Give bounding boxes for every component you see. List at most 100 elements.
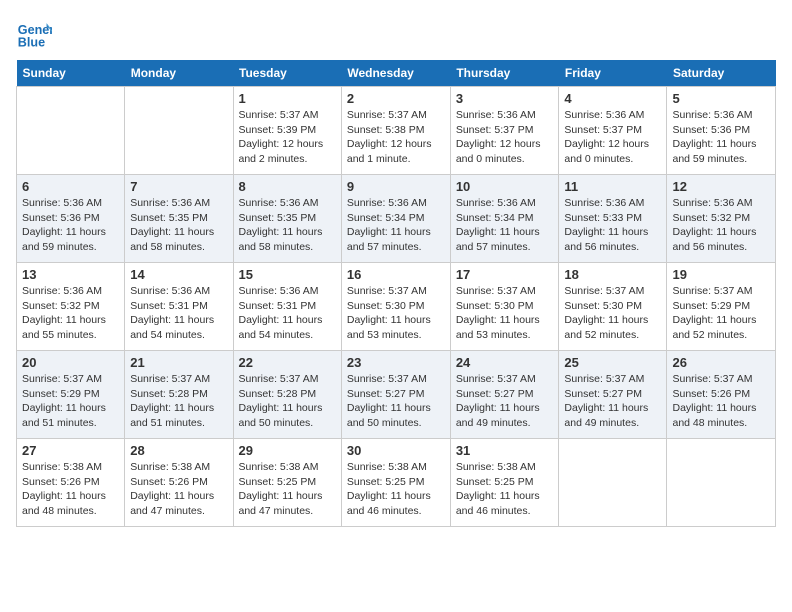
day-info: Sunrise: 5:38 AMSunset: 5:25 PMDaylight:…: [456, 460, 554, 519]
day-info: Sunrise: 5:36 AMSunset: 5:32 PMDaylight:…: [22, 284, 119, 343]
day-number: 22: [239, 355, 336, 370]
day-number: 31: [456, 443, 554, 458]
day-info: Sunrise: 5:36 AMSunset: 5:37 PMDaylight:…: [564, 108, 661, 167]
logo-icon: General Blue: [16, 16, 52, 52]
day-info: Sunrise: 5:36 AMSunset: 5:37 PMDaylight:…: [456, 108, 554, 167]
calendar-cell: 11 Sunrise: 5:36 AMSunset: 5:33 PMDayligh…: [559, 175, 667, 263]
day-info: Sunrise: 5:37 AMSunset: 5:39 PMDaylight:…: [239, 108, 336, 167]
calendar-cell: 29Sunrise: 5:38 AMSunset: 5:25 PMDayligh…: [233, 439, 341, 527]
day-number: 23: [347, 355, 445, 370]
calendar-cell: 13 Sunrise: 5:36 AMSunset: 5:32 PMDayligh…: [17, 263, 125, 351]
calendar-week-row: 27 Sunrise: 5:38 AMSunset: 5:26 PMDayligh…: [17, 439, 776, 527]
day-info: Sunrise: 5:36 AMSunset: 5:35 PMDaylight:…: [130, 196, 227, 255]
day-info: Sunrise: 5:37 AMSunset: 5:28 PMDaylight:…: [239, 372, 336, 431]
day-number: 17: [456, 267, 554, 282]
day-number: 9: [347, 179, 445, 194]
weekday-header-sunday: Sunday: [17, 60, 125, 87]
calendar-cell: 18 Sunrise: 5:37 AMSunset: 5:30 PMDayligh…: [559, 263, 667, 351]
day-info: Sunrise: 5:36 AMSunset: 5:31 PMDaylight:…: [130, 284, 227, 343]
day-number: 18: [564, 267, 661, 282]
calendar-cell: 17 Sunrise: 5:37 AMSunset: 5:30 PMDayligh…: [450, 263, 559, 351]
day-info: Sunrise: 5:37 AMSunset: 5:28 PMDaylight:…: [130, 372, 227, 431]
day-info: Sunrise: 5:36 AMSunset: 5:32 PMDaylight:…: [672, 196, 770, 255]
day-info: Sunrise: 5:37 AMSunset: 5:27 PMDaylight:…: [347, 372, 445, 431]
calendar-cell: 4 Sunrise: 5:36 AMSunset: 5:37 PMDaylight…: [559, 87, 667, 175]
day-info: Sunrise: 5:36 AMSunset: 5:35 PMDaylight:…: [239, 196, 336, 255]
calendar-cell: 16 Sunrise: 5:37 AMSunset: 5:30 PMDayligh…: [341, 263, 450, 351]
day-number: 6: [22, 179, 119, 194]
calendar-cell: [667, 439, 776, 527]
day-info: Sunrise: 5:37 AMSunset: 5:26 PMDaylight:…: [672, 372, 770, 431]
day-number: 13: [22, 267, 119, 282]
day-info: Sunrise: 5:37 AMSunset: 5:27 PMDaylight:…: [564, 372, 661, 431]
day-number: 25: [564, 355, 661, 370]
day-info: Sunrise: 5:36 AMSunset: 5:36 PMDaylight:…: [22, 196, 119, 255]
calendar-cell: 15 Sunrise: 5:36 AMSunset: 5:31 PMDayligh…: [233, 263, 341, 351]
day-number: 16: [347, 267, 445, 282]
calendar-cell: [17, 87, 125, 175]
day-info: Sunrise: 5:37 AMSunset: 5:30 PMDaylight:…: [564, 284, 661, 343]
day-number: 20: [22, 355, 119, 370]
weekday-header-row: SundayMondayTuesdayWednesdayThursdayFrid…: [17, 60, 776, 87]
weekday-header-wednesday: Wednesday: [341, 60, 450, 87]
calendar-cell: 3 Sunrise: 5:36 AMSunset: 5:37 PMDaylight…: [450, 87, 559, 175]
day-number: 3: [456, 91, 554, 106]
weekday-header-monday: Monday: [125, 60, 233, 87]
calendar-cell: 1 Sunrise: 5:37 AMSunset: 5:39 PMDaylight…: [233, 87, 341, 175]
calendar-cell: 24 Sunrise: 5:37 AMSunset: 5:27 PMDayligh…: [450, 351, 559, 439]
calendar-cell: 30 Sunrise: 5:38 AMSunset: 5:25 PMDayligh…: [341, 439, 450, 527]
day-info: Sunrise: 5:37 AMSunset: 5:29 PMDaylight:…: [672, 284, 770, 343]
day-info: Sunrise: 5:36 AMSunset: 5:36 PMDaylight:…: [672, 108, 770, 167]
calendar-week-row: 13 Sunrise: 5:36 AMSunset: 5:32 PMDayligh…: [17, 263, 776, 351]
day-info: Sunrise: 5:37 AMSunset: 5:30 PMDaylight:…: [347, 284, 445, 343]
calendar-cell: 26 Sunrise: 5:37 AMSunset: 5:26 PMDayligh…: [667, 351, 776, 439]
calendar-week-row: 1 Sunrise: 5:37 AMSunset: 5:39 PMDaylight…: [17, 87, 776, 175]
day-number: 26: [672, 355, 770, 370]
calendar-cell: 21Sunrise: 5:37 AMSunset: 5:28 PMDayligh…: [125, 351, 233, 439]
calendar-cell: 31 Sunrise: 5:38 AMSunset: 5:25 PMDayligh…: [450, 439, 559, 527]
weekday-header-friday: Friday: [559, 60, 667, 87]
calendar-cell: 8 Sunrise: 5:36 AMSunset: 5:35 PMDaylight…: [233, 175, 341, 263]
day-number: 28: [130, 443, 227, 458]
calendar-cell: 14Sunrise: 5:36 AMSunset: 5:31 PMDayligh…: [125, 263, 233, 351]
day-number: 27: [22, 443, 119, 458]
day-number: 5: [672, 91, 770, 106]
calendar-cell: 2 Sunrise: 5:37 AMSunset: 5:38 PMDaylight…: [341, 87, 450, 175]
day-info: Sunrise: 5:36 AMSunset: 5:34 PMDaylight:…: [347, 196, 445, 255]
day-number: 12: [672, 179, 770, 194]
day-number: 11: [564, 179, 661, 194]
calendar-table: SundayMondayTuesdayWednesdayThursdayFrid…: [16, 60, 776, 527]
day-info: Sunrise: 5:36 AMSunset: 5:34 PMDaylight:…: [456, 196, 554, 255]
day-info: Sunrise: 5:36 AMSunset: 5:33 PMDaylight:…: [564, 196, 661, 255]
calendar-cell: 25 Sunrise: 5:37 AMSunset: 5:27 PMDayligh…: [559, 351, 667, 439]
day-number: 1: [239, 91, 336, 106]
calendar-week-row: 6 Sunrise: 5:36 AMSunset: 5:36 PMDaylight…: [17, 175, 776, 263]
calendar-cell: [559, 439, 667, 527]
day-info: Sunrise: 5:38 AMSunset: 5:26 PMDaylight:…: [130, 460, 227, 519]
day-number: 24: [456, 355, 554, 370]
calendar-cell: 23 Sunrise: 5:37 AMSunset: 5:27 PMDayligh…: [341, 351, 450, 439]
day-info: Sunrise: 5:37 AMSunset: 5:30 PMDaylight:…: [456, 284, 554, 343]
day-info: Sunrise: 5:37 AMSunset: 5:38 PMDaylight:…: [347, 108, 445, 167]
day-info: Sunrise: 5:36 AMSunset: 5:31 PMDaylight:…: [239, 284, 336, 343]
day-info: Sunrise: 5:37 AMSunset: 5:27 PMDaylight:…: [456, 372, 554, 431]
calendar-cell: 5 Sunrise: 5:36 AMSunset: 5:36 PMDaylight…: [667, 87, 776, 175]
calendar-cell: 19 Sunrise: 5:37 AMSunset: 5:29 PMDayligh…: [667, 263, 776, 351]
day-number: 15: [239, 267, 336, 282]
day-number: 4: [564, 91, 661, 106]
calendar-cell: 22 Sunrise: 5:37 AMSunset: 5:28 PMDayligh…: [233, 351, 341, 439]
day-number: 2: [347, 91, 445, 106]
logo: General Blue: [16, 16, 56, 52]
day-number: 8: [239, 179, 336, 194]
weekday-header-saturday: Saturday: [667, 60, 776, 87]
day-number: 30: [347, 443, 445, 458]
weekday-header-thursday: Thursday: [450, 60, 559, 87]
calendar-cell: 6 Sunrise: 5:36 AMSunset: 5:36 PMDaylight…: [17, 175, 125, 263]
svg-text:Blue: Blue: [18, 36, 45, 50]
calendar-cell: 10Sunrise: 5:36 AMSunset: 5:34 PMDayligh…: [450, 175, 559, 263]
day-info: Sunrise: 5:38 AMSunset: 5:26 PMDaylight:…: [22, 460, 119, 519]
calendar-cell: 27 Sunrise: 5:38 AMSunset: 5:26 PMDayligh…: [17, 439, 125, 527]
day-info: Sunrise: 5:37 AMSunset: 5:29 PMDaylight:…: [22, 372, 119, 431]
day-number: 19: [672, 267, 770, 282]
day-info: Sunrise: 5:38 AMSunset: 5:25 PMDaylight:…: [347, 460, 445, 519]
